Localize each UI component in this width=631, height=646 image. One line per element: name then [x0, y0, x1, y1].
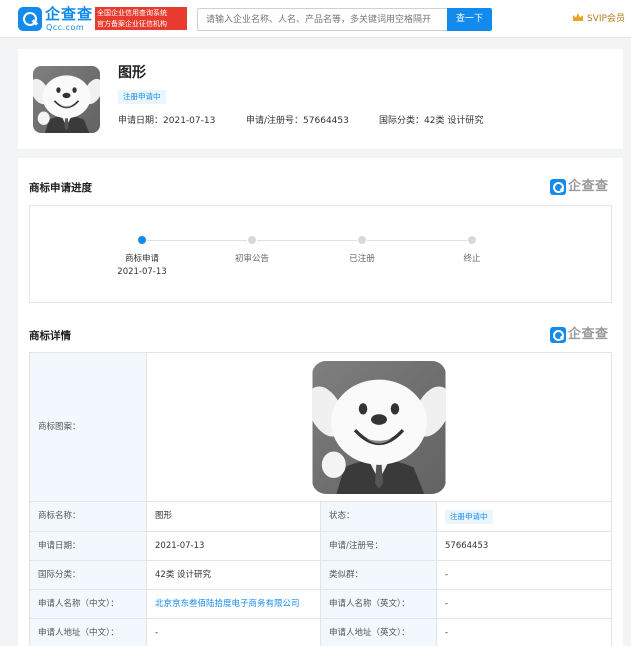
row-label: 申请人名称（中文）： [30, 590, 147, 618]
step-label-1: 商标申请 [124, 254, 159, 264]
progress-dot-1 [137, 235, 147, 245]
progress-dot-2 [247, 235, 257, 245]
apply-date-meta: 申请日期：2021-07-13 [118, 115, 215, 127]
reg-no-label: 申请/注册号： [246, 116, 304, 126]
row-label: 类似群： [321, 561, 437, 589]
row-value: 57664453 [437, 532, 612, 560]
table-row: 申请人名称（中文）： 北京京东叁佰陆拾度电子商务有限公司 申请人名称（英文）： … [30, 590, 612, 619]
table-row: 申请人地址（中文）： - 申请人地址（英文）： - [30, 619, 612, 646]
step-date-1: 2021-07-13 [117, 267, 167, 277]
row-value: - [147, 619, 321, 646]
logo-domain: Qcc.com [46, 23, 85, 32]
image-cell [147, 353, 612, 501]
row-value: 2021-07-13 [147, 532, 321, 560]
table-row: 申请日期： 2021-07-13 申请/注册号： 57664453 [30, 532, 612, 561]
progress-dot-4 [467, 235, 477, 245]
reg-no-value: 57664453 [303, 116, 349, 126]
status-cell: 注册申请中 [437, 502, 612, 531]
qcc-logo[interactable]: 企查查 Qcc.com 全国企业信用查询系统 官方备案企业征信机构 [18, 6, 188, 32]
svip-label: SVIP会员 [587, 14, 625, 24]
row-label: 申请人名称（英文）： [321, 590, 437, 618]
row-value: 图形 [147, 502, 321, 531]
step-label-4: 终止 [463, 254, 481, 264]
qcc-watermark-text: 企查查 [568, 179, 609, 194]
logo-tag: 全国企业信用查询系统 官方备案企业征信机构 [95, 7, 187, 30]
qcc-watermark-text: 企查查 [568, 327, 609, 342]
reg-no-meta: 申请/注册号：57664453 [246, 115, 349, 127]
logo-tag-line1: 全国企业信用查询系统 [97, 9, 167, 17]
step-label-3: 已注册 [349, 254, 375, 264]
trademark-title: 图形 [118, 65, 146, 81]
row-value: - [437, 590, 612, 618]
row-label: 商标名称： [30, 502, 147, 531]
table-row: 国际分类： 42类 设计研究 类似群： - [30, 561, 612, 590]
row-value: - [437, 561, 612, 589]
intl-class-label: 国际分类： [379, 116, 425, 126]
search-input[interactable] [197, 8, 447, 31]
apply-date-value: 2021-07-13 [163, 116, 216, 126]
main-panel: 商标申请进度 企查查 商标申请 2021-07-13 初审公告 已注册 终止 商… [18, 158, 623, 646]
table-row: 商标图案： [30, 353, 612, 502]
logo-name: 企查查 [45, 5, 94, 23]
svip-link[interactable]: SVIP会员 [572, 12, 625, 26]
row-label: 状态： [321, 502, 437, 531]
search-button[interactable]: 查一下 [447, 8, 492, 31]
step-label-2: 初审公告 [234, 254, 269, 264]
progress-box: 商标申请 2021-07-13 初审公告 已注册 终止 [29, 205, 612, 303]
table-row: 商标名称： 图形 状态： 注册申请中 [30, 502, 612, 532]
image-label: 商标图案： [30, 353, 147, 501]
status-badge: 注册申请中 [445, 510, 493, 524]
applicant-link[interactable]: 北京京东叁佰陆拾度电子商务有限公司 [147, 590, 321, 618]
logo-tag-line2: 官方备案企业征信机构 [97, 19, 167, 28]
crown-icon [573, 13, 583, 21]
row-label: 申请/注册号： [321, 532, 437, 560]
progress-section-title: 商标申请进度 [29, 182, 92, 194]
trademark-summary-card: 图形 注册申请中 申请日期：2021-07-13 申请/注册号：57664453… [18, 49, 623, 149]
details-table: 商标图案： 商标名称： 图形 状态： 注册申请中 申请日期： 2021-07-1… [29, 352, 612, 646]
intl-class-value: 42类 设计研究 [424, 116, 484, 126]
top-bar: 企查查 Qcc.com 全国企业信用查询系统 官方备案企业征信机构 查一下 SV… [0, 0, 631, 38]
details-section-title: 商标详情 [29, 330, 71, 342]
apply-date-label: 申请日期： [118, 116, 164, 126]
row-value: - [437, 619, 612, 646]
row-value: 42类 设计研究 [147, 561, 321, 589]
row-label: 国际分类： [30, 561, 147, 589]
row-label: 申请人地址（英文）： [321, 619, 437, 646]
row-label: 申请人地址（中文）： [30, 619, 147, 646]
qcc-search-icon [550, 327, 566, 343]
qcc-watermark: 企查查 [550, 179, 612, 195]
trademark-image [312, 361, 446, 494]
intl-class-meta: 国际分类：42类 设计研究 [379, 115, 483, 127]
qcc-search-icon [550, 179, 566, 195]
qcc-watermark-2: 企查查 [550, 327, 612, 343]
progress-line [142, 240, 472, 241]
trademark-thumbnail [33, 66, 100, 133]
status-badge: 注册申请中 [118, 90, 166, 104]
qcc-logo-icon [18, 7, 42, 31]
row-label: 申请日期： [30, 532, 147, 560]
progress-dot-3 [357, 235, 367, 245]
